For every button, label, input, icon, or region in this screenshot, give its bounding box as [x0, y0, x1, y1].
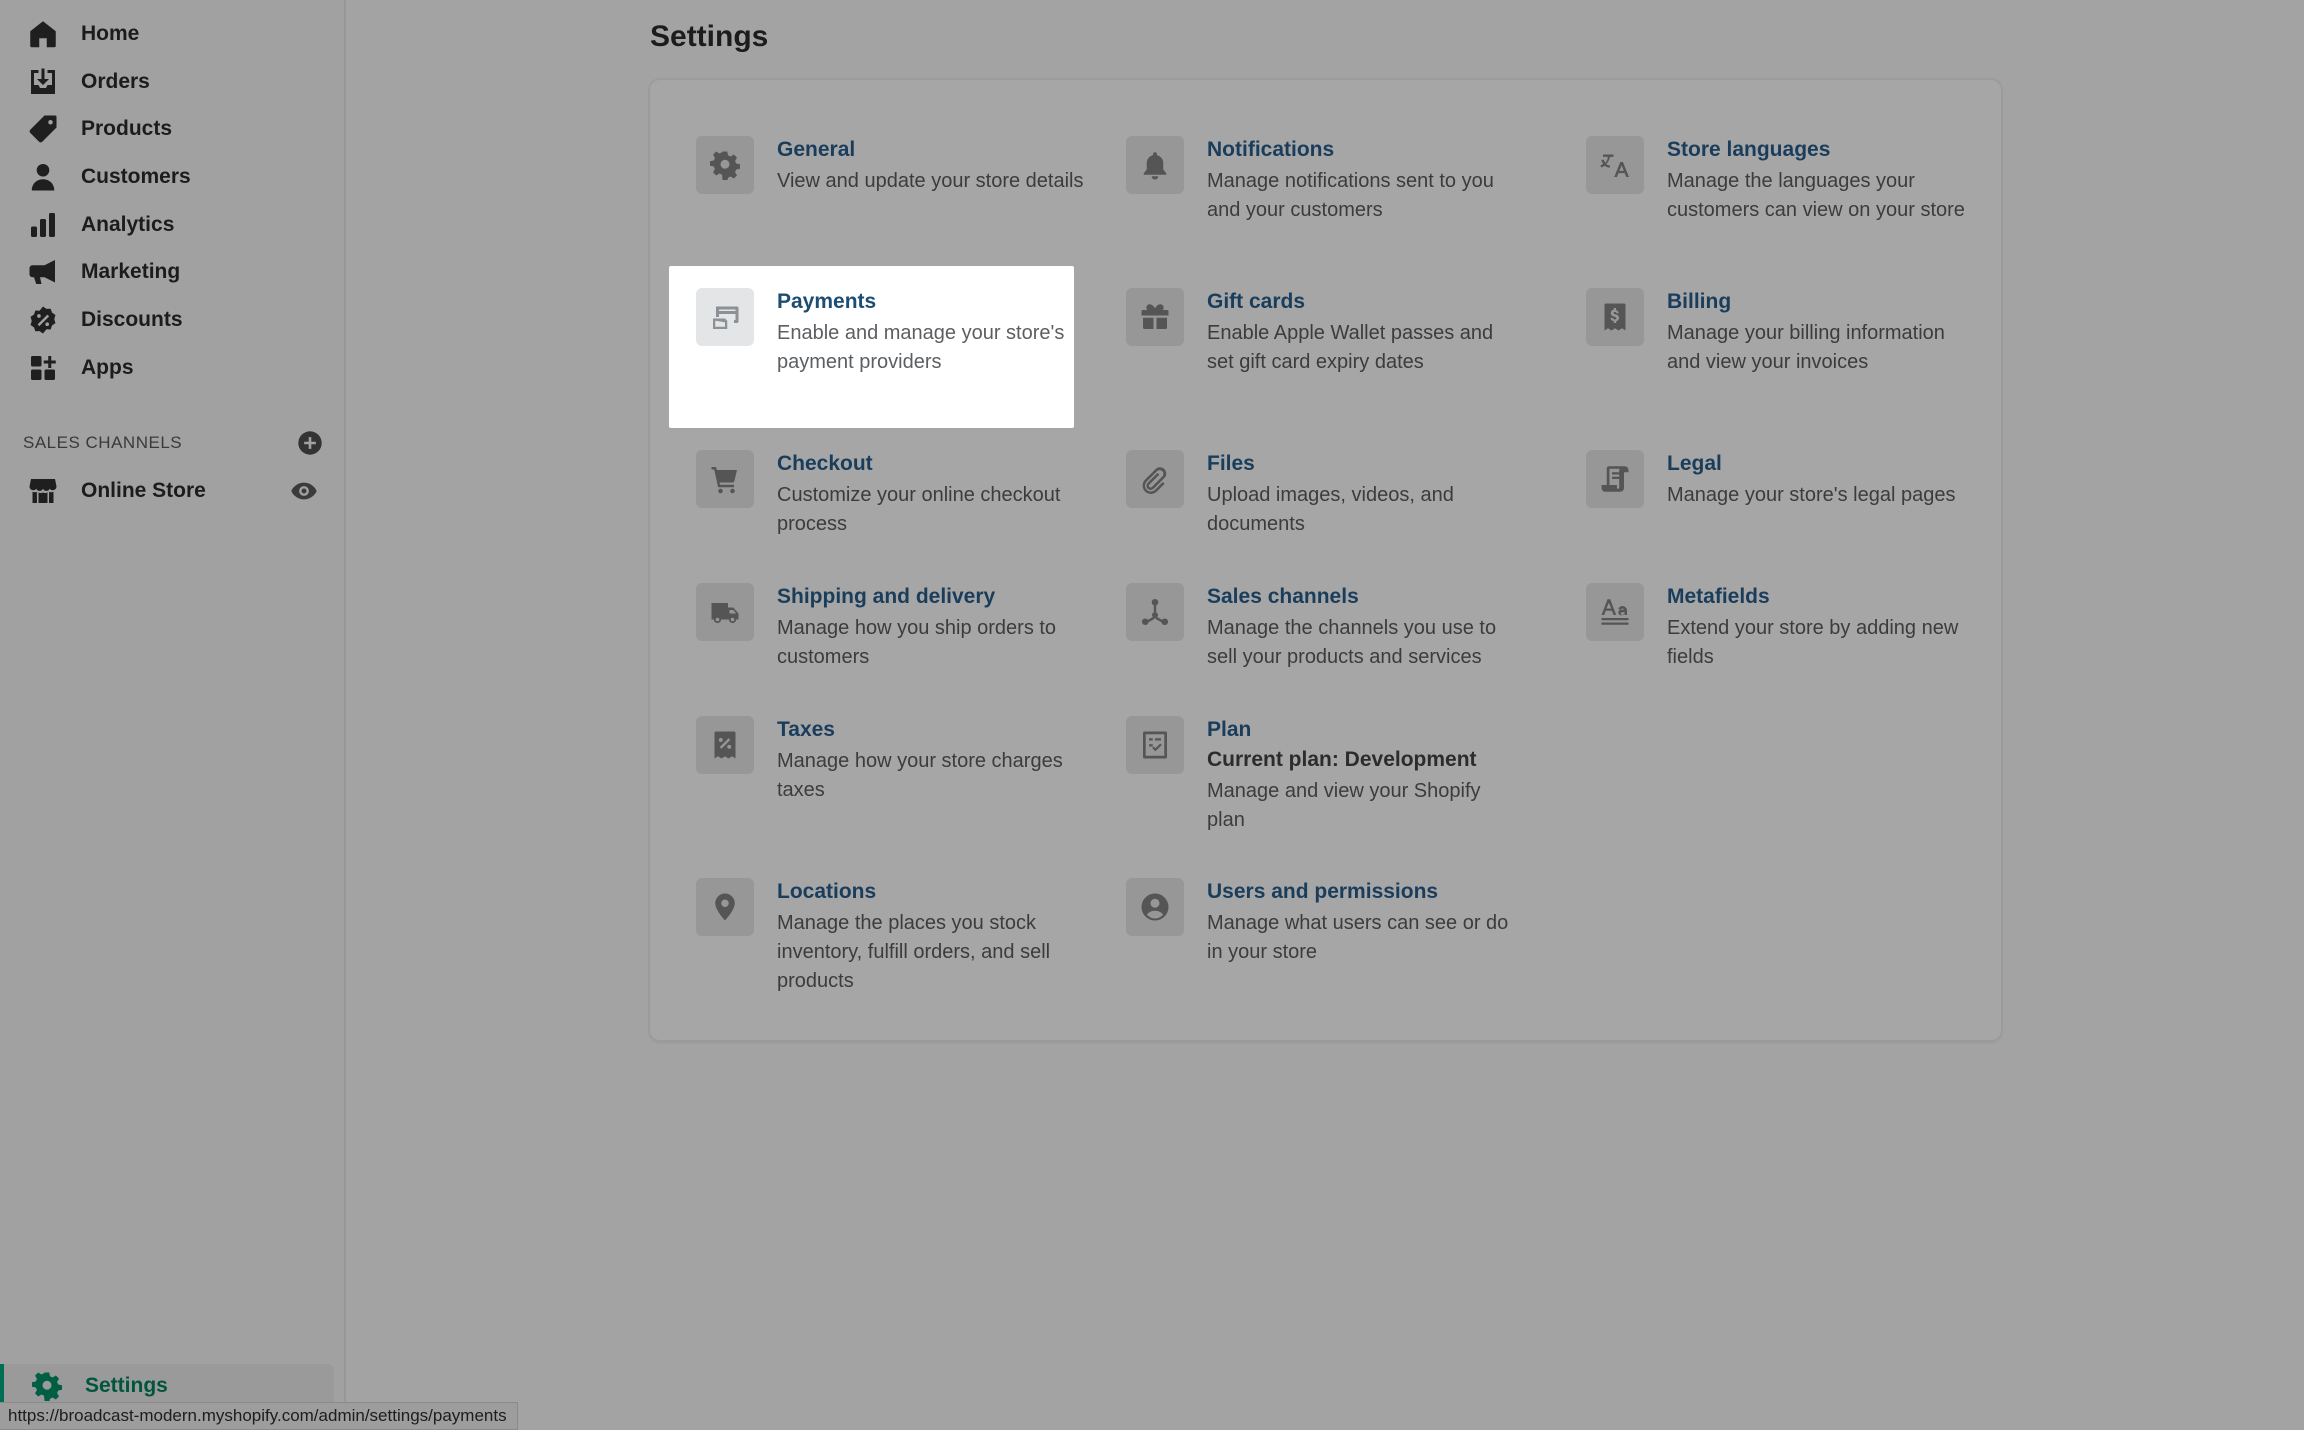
tile-title: Plan [1207, 718, 1252, 741]
settings-tile-locations[interactable]: Locations Manage the places you stock in… [669, 856, 1074, 1018]
tile-title: Files [1207, 452, 1255, 475]
nav-item-online-store[interactable]: Online Store [0, 469, 346, 513]
current-plan-label: Current plan: Development [1207, 748, 1477, 771]
tile-description: Manage how you ship orders to customers [777, 617, 1057, 668]
gear-icon [32, 1371, 62, 1401]
location-icon [696, 878, 754, 936]
settings-tile-general[interactable]: General View and update your store detai… [669, 114, 1084, 276]
nav-item-products[interactable]: Products [0, 107, 346, 151]
tile-title: Taxes [777, 718, 835, 741]
tile-description: Manage the channels you use to sell your… [1207, 617, 1497, 668]
tile-description: Manage and view your Shopify plan [1207, 780, 1481, 831]
status-bar-url: https://broadcast-modern.myshopify.com/a… [0, 1402, 518, 1430]
settings-card: General View and update your store detai… [650, 80, 2001, 1040]
tile-description: Customize your online checkout process [777, 484, 1061, 535]
plus-circle-icon [298, 431, 322, 455]
tile-title: Store languages [1667, 138, 1831, 161]
sales-channels-title: SALES CHANNELS [23, 433, 183, 452]
tile-description: Manage how your store charges taxes [777, 750, 1063, 801]
settings-tile-taxes[interactable]: Taxes Manage how your store charges taxe… [669, 694, 1074, 856]
tile-title: Locations [777, 880, 877, 903]
nav-label: Online Store [81, 479, 206, 502]
settings-tile-gift-cards[interactable]: Gift cards Enable Apple Wallet passes an… [1099, 266, 1504, 428]
nav-item-customers[interactable]: Customers [0, 155, 346, 199]
nav-label: Analytics [81, 213, 175, 236]
tile-title: Gift cards [1207, 290, 1306, 313]
tile-description: Manage the languages your customers can … [1667, 170, 1965, 221]
discount-icon [28, 305, 58, 335]
tile-description: View and update your store details [777, 170, 1084, 192]
settings-tile-plan[interactable]: Plan Current plan: Development Manage an… [1099, 694, 1504, 864]
tile-description: Manage your store's legal pages [1667, 484, 1956, 506]
metafields-icon [1586, 583, 1644, 641]
tile-title: General [777, 138, 856, 161]
tile-title: Notifications [1207, 138, 1335, 161]
tag-icon [28, 114, 58, 144]
person-icon [28, 162, 58, 192]
tile-title: Checkout [777, 452, 873, 475]
settings-tile-notifications[interactable]: Notifications Manage notifications sent … [1099, 114, 1504, 276]
paperclip-icon [1126, 450, 1184, 508]
nav-label: Marketing [81, 260, 181, 283]
nav-label: Orders [81, 70, 150, 93]
eye-icon [291, 482, 317, 500]
nav-label: Apps [81, 356, 134, 379]
megaphone-icon [28, 257, 58, 287]
tile-description: Manage notifications sent to you and you… [1207, 170, 1494, 221]
tile-title: Billing [1667, 290, 1732, 313]
sidebar: Home Orders Products Customers Analytics… [0, 0, 346, 1430]
tile-description: Manage your billing information and view… [1667, 322, 1945, 373]
gift-icon [1126, 288, 1184, 346]
tile-description: Upload images, videos, and documents [1207, 484, 1454, 535]
tile-description: Enable and manage your store's payment p… [777, 322, 1065, 373]
tile-title: Payments [777, 290, 877, 313]
nav-label: Products [81, 117, 173, 140]
settings-tile-payments[interactable]: Payments Enable and manage your store's … [669, 266, 1074, 428]
tile-title: Users and permissions [1207, 880, 1439, 903]
truck-icon [696, 583, 754, 641]
home-icon [28, 19, 58, 49]
gear-icon [696, 136, 754, 194]
user-circle-icon [1126, 878, 1184, 936]
orders-icon [28, 67, 58, 97]
channels-icon [1126, 583, 1184, 641]
tile-description: Manage what users can see or do in your … [1207, 912, 1509, 963]
page-title: Settings [650, 20, 769, 53]
nav-item-home[interactable]: Home [0, 12, 346, 56]
tile-description: Extend your store by adding new fields [1667, 617, 1959, 668]
settings-tile-users-permissions[interactable]: Users and permissions Manage what users … [1099, 856, 1508, 1018]
nav-item-discounts[interactable]: Discounts [0, 298, 346, 342]
translate-icon [1586, 136, 1644, 194]
store-icon [28, 476, 58, 506]
tax-icon [696, 716, 754, 774]
nav-item-orders[interactable]: Orders [0, 60, 346, 104]
cart-icon [696, 450, 754, 508]
tile-title: Legal [1667, 452, 1722, 475]
tile-title: Shipping and delivery [777, 585, 996, 608]
sales-channels-header: SALES CHANNELS [23, 430, 323, 456]
tile-title: Sales channels [1207, 585, 1359, 608]
plan-icon [1126, 716, 1184, 774]
nav-item-marketing[interactable]: Marketing [0, 250, 346, 294]
bar-chart-icon [28, 210, 58, 240]
nav-label: Home [81, 22, 140, 45]
billing-icon [1586, 288, 1644, 346]
nav-label: Discounts [81, 308, 183, 331]
tile-description: Manage the places you stock inventory, f… [777, 912, 1051, 992]
settings-tile-metafields[interactable]: Metafields Extend your store by adding n… [1559, 561, 1964, 723]
nav-label: Settings [85, 1374, 168, 1397]
view-online-store-button[interactable] [290, 477, 318, 505]
tile-description: Enable Apple Wallet passes and set gift … [1207, 322, 1494, 373]
nav-label: Customers [81, 165, 191, 188]
settings-tile-billing[interactable]: Billing Manage your billing information … [1559, 266, 1964, 428]
tile-title: Metafields [1667, 585, 1770, 608]
bell-icon [1126, 136, 1184, 194]
payment-icon [696, 288, 754, 346]
legal-icon [1586, 450, 1644, 508]
nav-item-apps[interactable]: Apps [0, 346, 346, 390]
settings-tile-store-languages[interactable]: Store languages Manage the languages you… [1559, 114, 1965, 276]
apps-icon [28, 353, 58, 383]
nav-item-analytics[interactable]: Analytics [0, 203, 346, 247]
add-sales-channel-button[interactable] [297, 430, 323, 456]
